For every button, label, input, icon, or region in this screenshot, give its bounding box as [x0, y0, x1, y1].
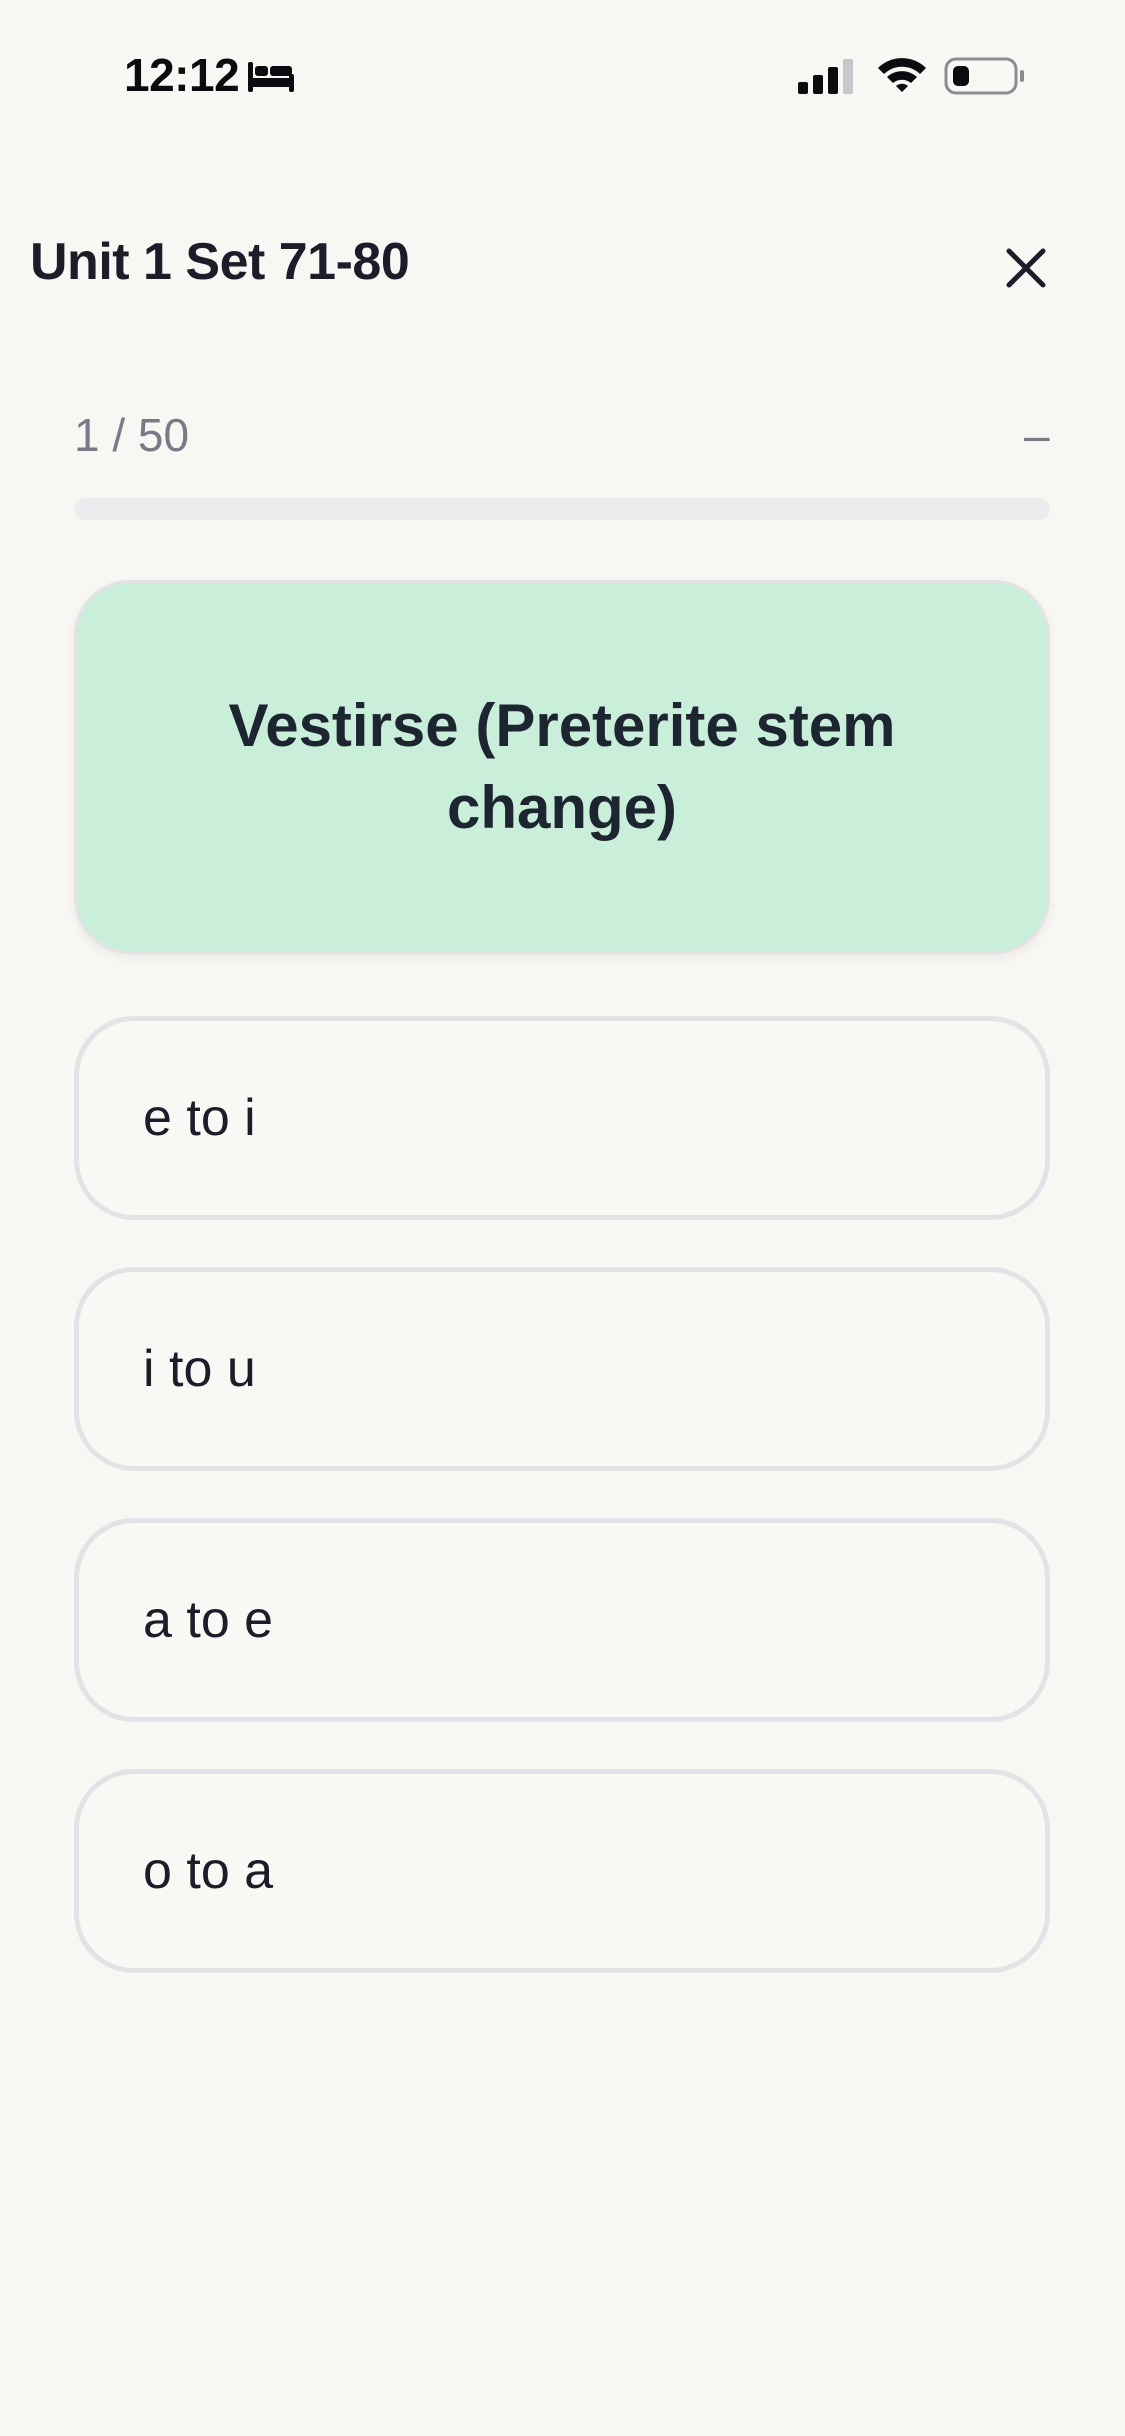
status-bar: 12:12 — [0, 0, 1125, 150]
status-time: 12:12 — [124, 49, 240, 101]
progress-counter: 1 / 50 — [74, 409, 190, 461]
question-card: Vestirse (Preterite stem change) — [74, 580, 1050, 954]
answer-option[interactable]: i to u — [74, 1267, 1050, 1471]
answer-label: o to a — [143, 1842, 274, 1900]
progress-bar — [74, 498, 1050, 520]
answer-label: a to e — [143, 1591, 274, 1649]
answer-option[interactable]: e to i — [74, 1016, 1050, 1220]
bed-icon — [248, 62, 294, 92]
answer-label: e to i — [143, 1089, 256, 1147]
close-button[interactable] — [994, 236, 1058, 300]
answer-label: i to u — [143, 1340, 256, 1398]
progress-indicator: – — [1024, 409, 1050, 461]
battery-low-icon — [944, 57, 1024, 95]
wifi-icon — [878, 58, 926, 92]
cellular-signal-icon — [798, 59, 853, 94]
answer-option[interactable]: a to e — [74, 1518, 1050, 1722]
page-title: Unit 1 Set 71-80 — [30, 233, 410, 291]
answer-option[interactable]: o to a — [74, 1769, 1050, 1973]
close-icon — [1006, 248, 1046, 288]
question-prompt: Vestirse (Preterite stem change) — [228, 692, 896, 841]
